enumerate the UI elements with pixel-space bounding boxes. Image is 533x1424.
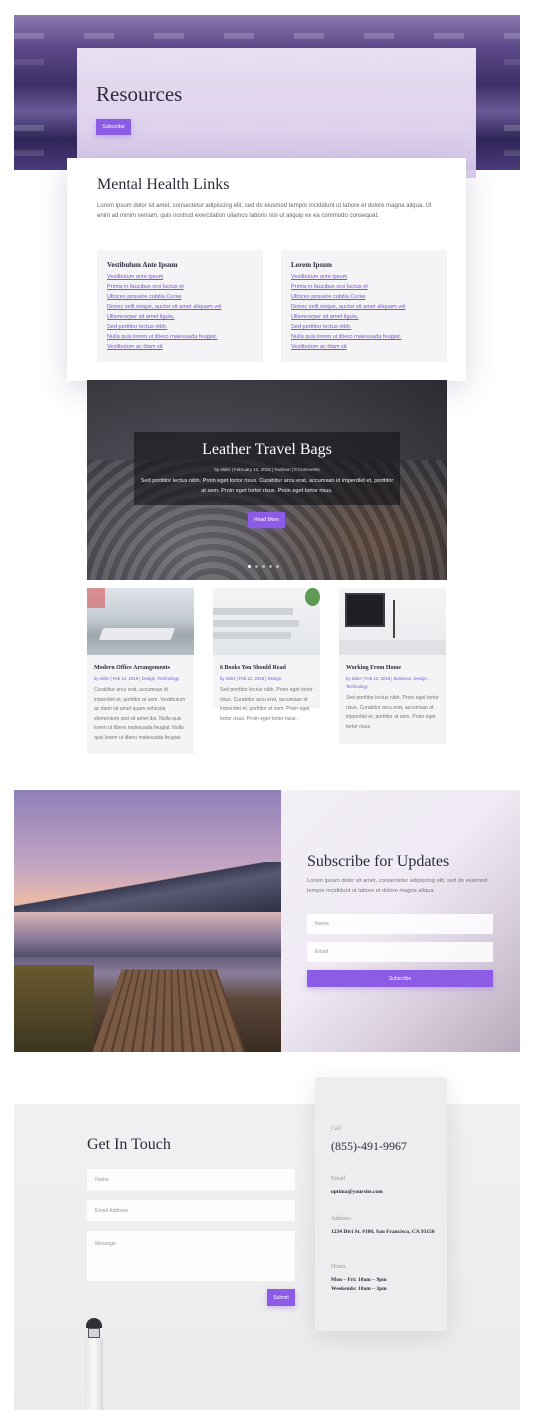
link-group-heading: Vestibulum Ante Ipsum (107, 261, 178, 269)
read-more-button[interactable]: Read More (248, 512, 285, 528)
resource-link[interactable]: Vestibulum ac diam sit (291, 342, 405, 352)
submit-button[interactable]: Submit (267, 1289, 295, 1306)
post-meta: by elder | Feb 12, 2018 | Business, Desi… (346, 676, 429, 689)
subscribe-title: Subscribe for Updates (307, 853, 450, 870)
subscribe-text: Lorem ipsum dolor sit amet, consectetur … (307, 878, 488, 894)
link-group-2: Lorem Ipsum Vestibulum ante ipsum Primis… (281, 250, 447, 362)
blog-post-card[interactable]: Modern Office Arrangements by elder | Fe… (87, 588, 194, 754)
post-excerpt: Curabitur arcu erat, accumsan id imperdi… (94, 687, 186, 741)
resource-link[interactable]: Nulla quis lorem ut libero malesuada feu… (291, 332, 405, 342)
links-intro: Lorem ipsum dolor sit amet, consectetur … (97, 203, 432, 219)
address-value: 1234 Divi St. #100, San Francisco, CA 93… (331, 1229, 435, 1235)
resource-link[interactable]: Vestibulum ante ipsum (107, 272, 221, 282)
resource-link[interactable]: Sed porttitor lectus nibh. (107, 322, 221, 332)
subscribe-email-input[interactable]: Email (307, 942, 493, 962)
slide-title: Leather Travel Bags (202, 441, 332, 458)
slide-meta: by elder | February 12, 2018 | Fashion |… (214, 467, 320, 472)
email-address[interactable]: optima@yoursite.com (331, 1187, 383, 1197)
blog-post-card[interactable]: 6 Books You Should Read by elder | Feb 1… (213, 588, 320, 722)
slider-dot[interactable] (262, 565, 265, 568)
page-title: Resources (96, 82, 183, 106)
resource-link[interactable]: Vestibulum ac diam sit (107, 342, 221, 352)
phone-number[interactable]: (855)-491-9967 (331, 1139, 407, 1154)
resource-link[interactable]: Nulla quis lorem ut libero malesuada feu… (107, 332, 221, 342)
hours-weekends: Weekends: 10am – 3pm (331, 1286, 387, 1292)
contact-email-input[interactable]: Email Address (87, 1200, 295, 1221)
post-thumbnail[interactable] (87, 588, 194, 655)
slide-excerpt: Sed porttitor lectus nibh. Proin eget to… (140, 478, 394, 494)
hero-subscribe-button[interactable]: Subscribe (96, 119, 131, 135)
resource-link[interactable]: Sed porttitor lectus nibh. (291, 322, 405, 332)
post-thumbnail[interactable] (213, 588, 320, 655)
post-meta: by elder | Feb 12, 2018 | Design (220, 676, 281, 681)
post-thumbnail[interactable] (339, 588, 446, 655)
contact-message-textarea[interactable]: Message (87, 1231, 295, 1281)
resource-link[interactable]: Donec velit neque, auctor sit amet aliqu… (291, 302, 405, 312)
subscribe-button[interactable]: Subscribe (307, 970, 493, 987)
resource-link[interactable]: Primis in faucibus orci luctus et (107, 282, 221, 292)
lake-dock-image (14, 790, 281, 1052)
post-title[interactable]: Modern Office Arrangements (94, 665, 170, 671)
resource-link[interactable]: Primis in faucibus orci luctus et (291, 282, 405, 292)
post-title[interactable]: Working From Home (346, 665, 401, 671)
link-group-1: Vestibulum Ante Ipsum Vestibulum ante ip… (97, 250, 263, 362)
call-label: Call (331, 1126, 341, 1132)
slider-dot[interactable] (276, 565, 279, 568)
post-meta: by elder | Feb 12, 2018 | Design, Techno… (94, 676, 180, 681)
slider-dot[interactable] (255, 565, 258, 568)
subscribe-name-input[interactable]: Name (307, 914, 493, 934)
resource-link[interactable]: Vestibulum ante ipsum (291, 272, 405, 282)
slider-dot[interactable] (248, 565, 251, 568)
blog-post-card[interactable]: Working From Home by elder | Feb 12, 201… (339, 588, 446, 744)
contact-name-input[interactable]: Name (87, 1169, 295, 1190)
resource-link[interactable]: Donec velit neque, auctor sit amet aliqu… (107, 302, 221, 312)
slider-dots (248, 565, 279, 568)
post-title[interactable]: 6 Books You Should Read (220, 665, 286, 671)
resource-link[interactable]: Ultrices posuere cubilia Curae (291, 292, 405, 302)
email-label: Email (331, 1176, 346, 1182)
hours-label: Hours (331, 1264, 346, 1270)
slider-dot[interactable] (269, 565, 272, 568)
lighthouse-image (82, 1318, 106, 1410)
post-excerpt: Sed porttitor lectus nibh. Proin eget to… (220, 687, 313, 722)
link-group-heading: Lorem Ipsum (291, 261, 332, 269)
resource-link[interactable]: Ullamcorper sit amet ligula. (291, 312, 405, 322)
resource-link[interactable]: Ullamcorper sit amet ligula. (107, 312, 221, 322)
contact-title: Get In Touch (87, 1136, 171, 1153)
links-title: Mental Health Links (97, 176, 230, 193)
address-label: Address (331, 1216, 351, 1222)
post-excerpt: Sed porttitor lectus nibh. Proin eget to… (346, 695, 439, 730)
resource-link[interactable]: Ultrices posuere cubilia Curae (107, 292, 221, 302)
